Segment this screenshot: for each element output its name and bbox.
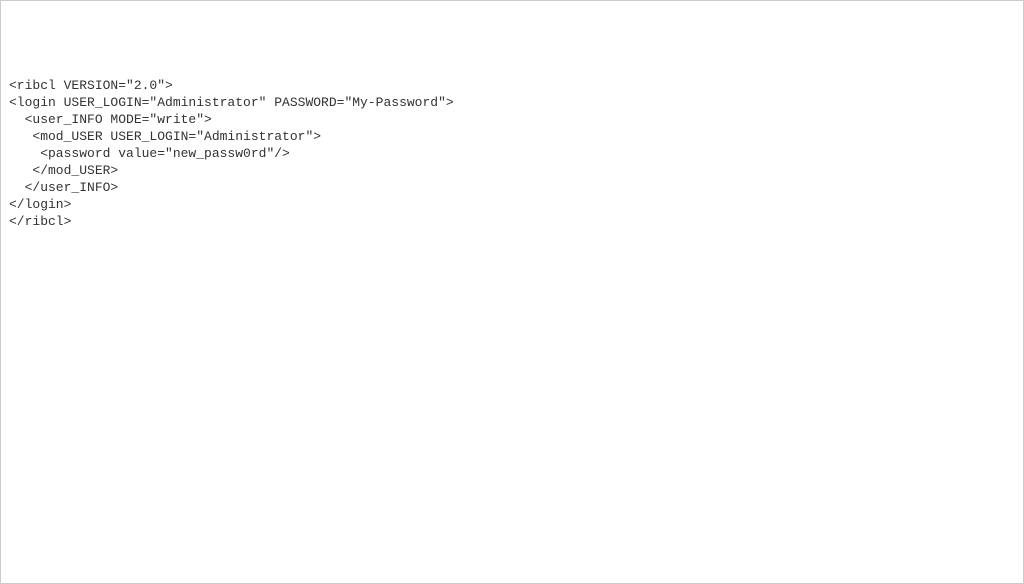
code-line-9: </ribcl> (9, 213, 1015, 230)
code-line-8: </login> (9, 196, 1015, 213)
code-line-7: </user_INFO> (9, 179, 1015, 196)
code-line-3: <user_INFO MODE="write"> (9, 111, 1015, 128)
code-line-2: <login USER_LOGIN="Administrator" PASSWO… (9, 94, 1015, 111)
code-line-4: <mod_USER USER_LOGIN="Administrator"> (9, 128, 1015, 145)
code-line-1: <ribcl VERSION="2.0"> (9, 77, 1015, 94)
code-line-6: </mod_USER> (9, 162, 1015, 179)
code-line-5: <password value="new_passw0rd"/> (9, 145, 1015, 162)
